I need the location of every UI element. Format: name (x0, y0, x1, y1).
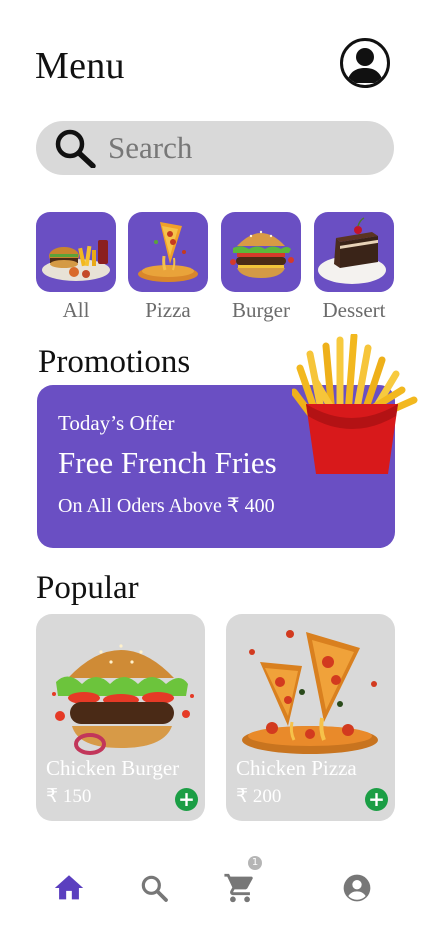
french-fries-image (292, 334, 418, 474)
account-icon (343, 874, 371, 902)
category-label: Burger (232, 298, 290, 322)
chicken-pizza-image (242, 630, 378, 754)
user-avatar-icon (347, 48, 383, 83)
category-pizza-image (128, 212, 208, 292)
popular-item-chicken-pizza[interactable]: Chicken Pizza ₹ 200 + (226, 614, 395, 821)
promo-headline: Free French Fries (58, 445, 277, 480)
nav-account[interactable] (337, 868, 377, 908)
promotions-heading: Promotions (38, 344, 191, 380)
promo-tag: Today’s Offer (58, 411, 175, 435)
category-all-image (36, 212, 116, 292)
cart-count-badge: 1 (248, 856, 262, 870)
item-name: Chicken Pizza (236, 756, 357, 780)
search-icon (141, 875, 168, 902)
nav-cart[interactable] (220, 868, 260, 908)
nav-search[interactable] (134, 868, 174, 908)
nav-home[interactable] (49, 868, 89, 908)
category-dessert[interactable]: Dessert (314, 212, 394, 323)
category-pizza[interactable]: Pizza (128, 212, 208, 323)
category-label: Dessert (322, 298, 386, 322)
search-bar[interactable] (36, 121, 394, 175)
category-burger-image (221, 212, 301, 292)
add-to-cart-button[interactable]: + (365, 788, 388, 811)
cart-icon (224, 873, 253, 903)
popular-item-chicken-burger[interactable]: Chicken Burger ₹ 150 + (36, 614, 205, 821)
profile-button[interactable] (340, 38, 390, 88)
category-label: Pizza (145, 298, 191, 322)
home-icon (54, 875, 84, 900)
search-input[interactable] (108, 130, 378, 166)
category-dessert-image (314, 212, 394, 292)
item-price: ₹ 200 (236, 786, 282, 807)
promo-detail: On All Oders Above ₹ 400 (58, 495, 275, 517)
category-burger[interactable]: Burger (221, 212, 301, 323)
item-name: Chicken Burger (46, 756, 180, 780)
category-all[interactable]: All (36, 212, 116, 323)
page-title: Menu (35, 45, 125, 87)
item-price: ₹ 150 (46, 786, 92, 807)
category-label: All (62, 298, 90, 322)
chicken-burger-image (52, 644, 194, 755)
popular-heading: Popular (36, 570, 139, 606)
add-to-cart-button[interactable]: + (175, 788, 198, 811)
search-icon (55, 129, 96, 168)
